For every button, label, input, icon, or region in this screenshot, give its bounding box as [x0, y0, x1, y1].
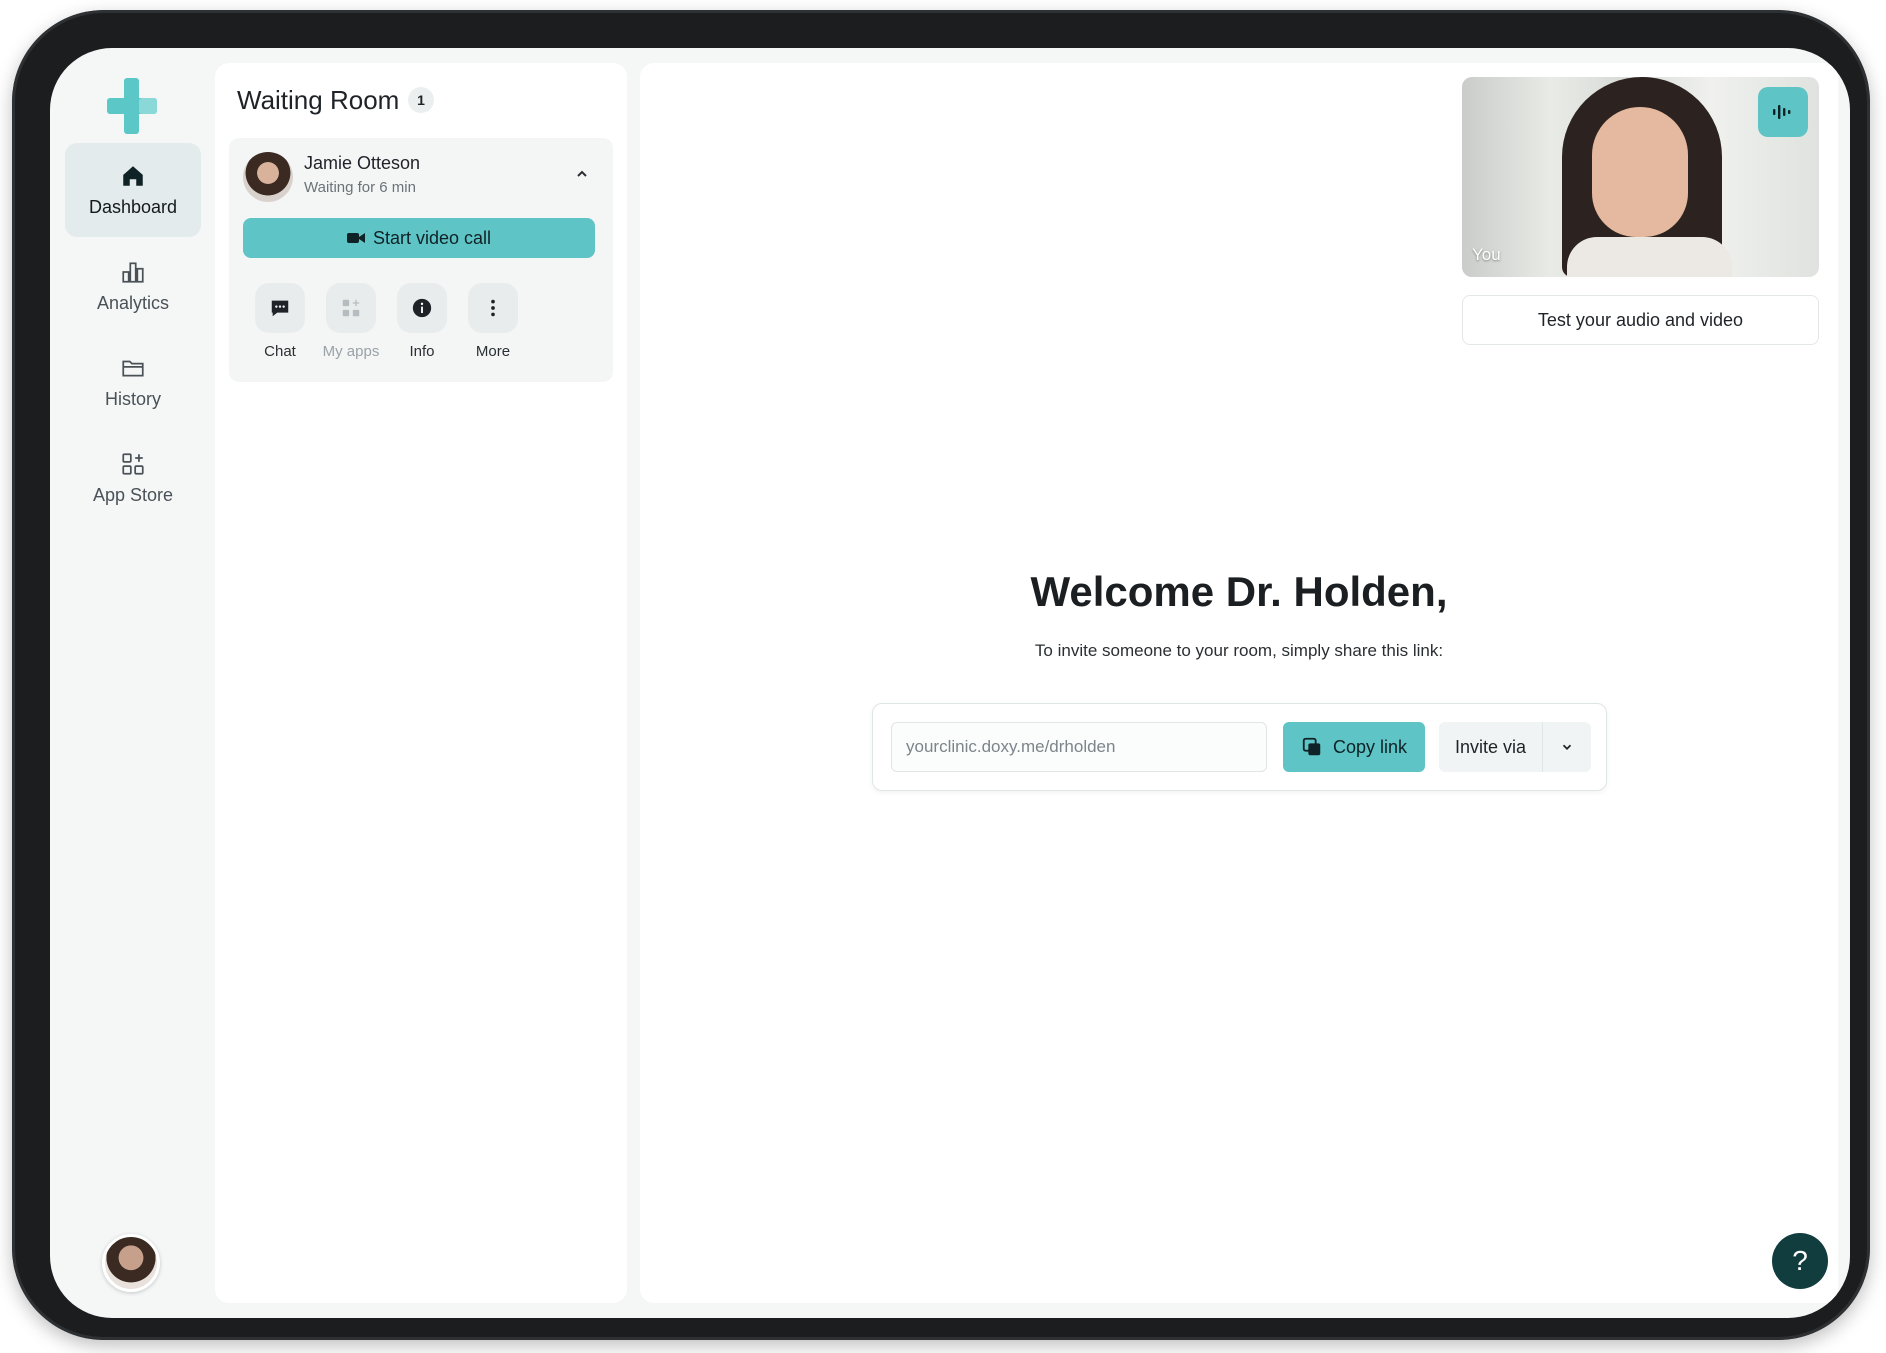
- patient-wait-time: Waiting for 6 min: [304, 179, 416, 196]
- nav-item-app-store[interactable]: App Store: [65, 431, 201, 525]
- action-info-label: Info: [409, 343, 435, 360]
- chevron-down-icon: [1562, 744, 1572, 750]
- home-icon: [123, 165, 143, 186]
- video-camera-icon: [346, 233, 365, 243]
- user-avatar[interactable]: [102, 1234, 160, 1292]
- nav-label-app-store: App Store: [92, 484, 174, 505]
- nav-label-history: History: [104, 388, 161, 409]
- waiting-count-badge: 1: [408, 87, 434, 113]
- waiting-room-panel: Waiting Room 1 Jamie Otteson Waiting for…: [215, 63, 627, 1303]
- nav-item-dashboard[interactable]: Dashboard: [65, 143, 201, 237]
- info-icon: [412, 298, 432, 318]
- invite-via-button[interactable]: Invite via: [1439, 722, 1591, 772]
- action-info[interactable]: Info: [387, 283, 457, 360]
- video-person-shoulder: [1567, 237, 1732, 277]
- start-video-call-label: Start video call: [372, 227, 492, 248]
- start-video-call-button[interactable]: Start video call: [243, 218, 595, 258]
- test-audio-video-button[interactable]: Test your audio and video: [1462, 295, 1819, 345]
- copy-link-button[interactable]: Copy link: [1283, 722, 1425, 772]
- action-more[interactable]: More: [458, 283, 528, 360]
- chevron-up-icon[interactable]: [574, 166, 590, 182]
- nav-item-history[interactable]: History: [65, 335, 201, 429]
- audio-level-button[interactable]: [1758, 87, 1808, 137]
- invite-via-dropdown[interactable]: [1543, 722, 1591, 772]
- app-logo: [107, 78, 157, 134]
- patient-card[interactable]: Jamie Otteson Waiting for 6 min Start vi…: [229, 138, 613, 382]
- audio-level-icon: [1773, 105, 1791, 119]
- patient-avatar: [243, 152, 293, 202]
- folder-icon: [122, 360, 144, 376]
- copy-link-label: Copy link: [1332, 736, 1408, 757]
- main-area: You Test your audio and video Welcome Dr…: [640, 63, 1838, 1303]
- apps-icon: [342, 299, 360, 317]
- bar-chart-icon: [122, 261, 144, 283]
- action-more-label: More: [475, 343, 511, 360]
- help-button[interactable]: ?: [1772, 1233, 1828, 1289]
- self-video-preview: You: [1462, 77, 1819, 277]
- more-vertical-icon: [491, 299, 495, 317]
- welcome-heading: Welcome Dr. Holden,: [1030, 568, 1448, 615]
- action-my-apps[interactable]: My apps: [316, 283, 386, 360]
- app-screen: Dashboard Analytics History App Store Wa…: [50, 48, 1850, 1318]
- share-link-box: yourclinic.doxy.me/drholden Copy link In…: [872, 703, 1607, 791]
- nav-label-dashboard: Dashboard: [88, 196, 178, 217]
- tablet-frame: Dashboard Analytics History App Store Wa…: [12, 10, 1870, 1340]
- self-video-label: You: [1472, 245, 1501, 264]
- invite-instructions: To invite someone to your room, simply s…: [1034, 641, 1444, 660]
- nav-rail: Dashboard Analytics History App Store: [50, 48, 210, 1318]
- invite-via-label: Invite via: [1439, 722, 1543, 772]
- action-chat[interactable]: Chat: [245, 283, 315, 360]
- action-chat-label: Chat: [264, 343, 296, 360]
- video-person-face: [1592, 107, 1688, 237]
- room-link-field[interactable]: yourclinic.doxy.me/drholden: [891, 722, 1267, 772]
- action-my-apps-label: My apps: [322, 343, 380, 360]
- waiting-room-title: Waiting Room: [237, 85, 400, 115]
- nav-label-analytics: Analytics: [96, 292, 170, 313]
- apps-add-icon: [122, 452, 144, 475]
- patient-name: Jamie Otteson: [304, 153, 421, 173]
- copy-icon: [1302, 737, 1321, 756]
- nav-item-analytics[interactable]: Analytics: [65, 239, 201, 333]
- chat-icon: [271, 300, 289, 317]
